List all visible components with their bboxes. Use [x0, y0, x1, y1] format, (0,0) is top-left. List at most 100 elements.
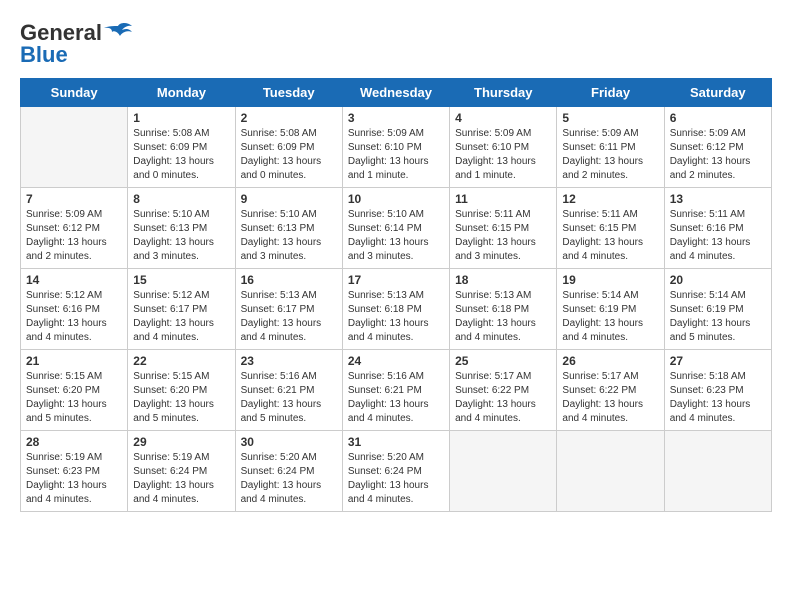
day-number: 28 [26, 435, 122, 449]
calendar-cell: 1Sunrise: 5:08 AMSunset: 6:09 PMDaylight… [128, 107, 235, 188]
day-info: Sunrise: 5:09 AMSunset: 6:12 PMDaylight:… [670, 127, 766, 183]
day-info: Sunrise: 5:08 AMSunset: 6:09 PMDaylight:… [241, 127, 337, 183]
calendar-cell: 29 Sunrise: 5:19 AMSunset: 6:24 PMDayligh… [128, 431, 235, 512]
day-number: 16 [241, 273, 337, 287]
day-info: Sunrise: 5:17 AMSunset: 6:22 PMDaylight:… [455, 370, 551, 426]
day-number: 13 [670, 192, 766, 206]
week-row-1: 1 Sunrise: 5:08 AMSunset: 6:09 PMDaylight… [21, 107, 772, 188]
day-info: Sunrise: 5:17 AMSunset: 6:22 PMDaylight:… [562, 370, 658, 426]
calendar-cell: 14 Sunrise: 5:12 AMSunset: 6:16 PMDayligh… [21, 269, 128, 350]
day-number: 15 [133, 273, 229, 287]
calendar-cell: 27 Sunrise: 5:18 AMSunset: 6:23 PMDayligh… [664, 350, 771, 431]
week-row-4: 21 Sunrise: 5:15 AMSunset: 6:20 PMDayligh… [21, 350, 772, 431]
day-number: 11 [455, 192, 551, 206]
day-number: 30 [241, 435, 337, 449]
calendar-cell: 20 Sunrise: 5:14 AMSunset: 6:19 PMDayligh… [664, 269, 771, 350]
calendar-cell: 26 Sunrise: 5:17 AMSunset: 6:22 PMDayligh… [557, 350, 664, 431]
day-number: 17 [348, 273, 444, 287]
calendar-cell: 16 Sunrise: 5:13 AMSunset: 6:17 PMDayligh… [235, 269, 342, 350]
calendar-cell: 21 Sunrise: 5:15 AMSunset: 6:20 PMDayligh… [21, 350, 128, 431]
day-info: Sunrise: 5:15 AMSunset: 6:20 PMDaylight:… [133, 370, 229, 426]
day-number: 31 [348, 435, 444, 449]
day-info: Sunrise: 5:10 AMSunset: 6:14 PMDaylight:… [348, 208, 444, 264]
calendar-cell [664, 431, 771, 512]
header-day-thursday: Thursday [450, 79, 557, 107]
logo: General Blue [20, 20, 132, 68]
day-info: Sunrise: 5:13 AMSunset: 6:18 PMDaylight:… [455, 289, 551, 345]
calendar-cell: 22Sunrise: 5:15 AMSunset: 6:20 PMDayligh… [128, 350, 235, 431]
header-day-sunday: Sunday [21, 79, 128, 107]
day-info: Sunrise: 5:11 AMSunset: 6:15 PMDaylight:… [455, 208, 551, 264]
calendar-cell: 9 Sunrise: 5:10 AMSunset: 6:13 PMDaylight… [235, 188, 342, 269]
day-number: 1 [133, 111, 229, 125]
day-number: 27 [670, 354, 766, 368]
calendar-cell: 17 Sunrise: 5:13 AMSunset: 6:18 PMDayligh… [342, 269, 449, 350]
calendar-cell: 11 Sunrise: 5:11 AMSunset: 6:15 PMDayligh… [450, 188, 557, 269]
calendar-table: SundayMondayTuesdayWednesdayThursdayFrid… [20, 78, 772, 512]
calendar-cell [21, 107, 128, 188]
calendar-cell: 30 Sunrise: 5:20 AMSunset: 6:24 PMDayligh… [235, 431, 342, 512]
calendar-cell: 24Sunrise: 5:16 AMSunset: 6:21 PMDayligh… [342, 350, 449, 431]
calendar-cell: 3 Sunrise: 5:09 AMSunset: 6:10 PMDaylight… [342, 107, 449, 188]
calendar-cell: 13 Sunrise: 5:11 AMSunset: 6:16 PMDayligh… [664, 188, 771, 269]
day-info: Sunrise: 5:13 AMSunset: 6:17 PMDaylight:… [241, 289, 337, 345]
calendar-cell: 15 Sunrise: 5:12 AMSunset: 6:17 PMDayligh… [128, 269, 235, 350]
day-info: Sunrise: 5:19 AMSunset: 6:23 PMDaylight:… [26, 451, 122, 507]
calendar-cell [450, 431, 557, 512]
week-row-5: 28 Sunrise: 5:19 AMSunset: 6:23 PMDayligh… [21, 431, 772, 512]
day-number: 26 [562, 354, 658, 368]
day-number: 9 [241, 192, 337, 206]
header-day-saturday: Saturday [664, 79, 771, 107]
day-number: 24 [348, 354, 444, 368]
day-info: Sunrise: 5:11 AMSunset: 6:15 PMDaylight:… [562, 208, 658, 264]
page-header: General Blue [20, 20, 772, 68]
calendar-cell: 31 Sunrise: 5:20 AMSunset: 6:24 PMDayligh… [342, 431, 449, 512]
day-number: 23 [241, 354, 337, 368]
day-info: Sunrise: 5:15 AMSunset: 6:20 PMDaylight:… [26, 370, 122, 426]
calendar-cell: 28 Sunrise: 5:19 AMSunset: 6:23 PMDayligh… [21, 431, 128, 512]
day-number: 4 [455, 111, 551, 125]
day-info: Sunrise: 5:14 AMSunset: 6:19 PMDaylight:… [670, 289, 766, 345]
day-info: Sunrise: 5:09 AMSunset: 6:11 PMDaylight:… [562, 127, 658, 183]
week-row-3: 14 Sunrise: 5:12 AMSunset: 6:16 PMDayligh… [21, 269, 772, 350]
day-number: 10 [348, 192, 444, 206]
logo-blue-text: Blue [20, 42, 68, 68]
day-info: Sunrise: 5:20 AMSunset: 6:24 PMDaylight:… [241, 451, 337, 507]
header-day-friday: Friday [557, 79, 664, 107]
day-info: Sunrise: 5:14 AMSunset: 6:19 PMDaylight:… [562, 289, 658, 345]
day-info: Sunrise: 5:09 AMSunset: 6:10 PMDaylight:… [455, 127, 551, 183]
header-day-tuesday: Tuesday [235, 79, 342, 107]
logo-bird-icon [104, 22, 132, 44]
day-number: 21 [26, 354, 122, 368]
day-info: Sunrise: 5:11 AMSunset: 6:16 PMDaylight:… [670, 208, 766, 264]
day-number: 5 [562, 111, 658, 125]
calendar-cell: 10 Sunrise: 5:10 AMSunset: 6:14 PMDayligh… [342, 188, 449, 269]
header-row: SundayMondayTuesdayWednesdayThursdayFrid… [21, 79, 772, 107]
day-info: Sunrise: 5:12 AMSunset: 6:17 PMDaylight:… [133, 289, 229, 345]
day-number: 29 [133, 435, 229, 449]
calendar-cell: 4 Sunrise: 5:09 AMSunset: 6:10 PMDaylight… [450, 107, 557, 188]
day-info: Sunrise: 5:19 AMSunset: 6:24 PMDaylight:… [133, 451, 229, 507]
day-number: 8 [133, 192, 229, 206]
day-info: Sunrise: 5:12 AMSunset: 6:16 PMDaylight:… [26, 289, 122, 345]
day-number: 3 [348, 111, 444, 125]
day-number: 14 [26, 273, 122, 287]
day-number: 25 [455, 354, 551, 368]
header-day-monday: Monday [128, 79, 235, 107]
day-number: 20 [670, 273, 766, 287]
week-row-2: 7Sunrise: 5:09 AMSunset: 6:12 PMDaylight… [21, 188, 772, 269]
calendar-cell: 6 Sunrise: 5:09 AMSunset: 6:12 PMDaylight… [664, 107, 771, 188]
calendar-cell: 23 Sunrise: 5:16 AMSunset: 6:21 PMDayligh… [235, 350, 342, 431]
day-number: 18 [455, 273, 551, 287]
day-info: Sunrise: 5:20 AMSunset: 6:24 PMDaylight:… [348, 451, 444, 507]
day-info: Sunrise: 5:13 AMSunset: 6:18 PMDaylight:… [348, 289, 444, 345]
calendar-cell: 2Sunrise: 5:08 AMSunset: 6:09 PMDaylight… [235, 107, 342, 188]
day-number: 12 [562, 192, 658, 206]
day-info: Sunrise: 5:09 AMSunset: 6:10 PMDaylight:… [348, 127, 444, 183]
day-info: Sunrise: 5:16 AMSunset: 6:21 PMDaylight:… [241, 370, 337, 426]
day-info: Sunrise: 5:09 AMSunset: 6:12 PMDaylight:… [26, 208, 122, 264]
calendar-cell: 18 Sunrise: 5:13 AMSunset: 6:18 PMDayligh… [450, 269, 557, 350]
day-number: 6 [670, 111, 766, 125]
day-info: Sunrise: 5:18 AMSunset: 6:23 PMDaylight:… [670, 370, 766, 426]
day-info: Sunrise: 5:10 AMSunset: 6:13 PMDaylight:… [241, 208, 337, 264]
